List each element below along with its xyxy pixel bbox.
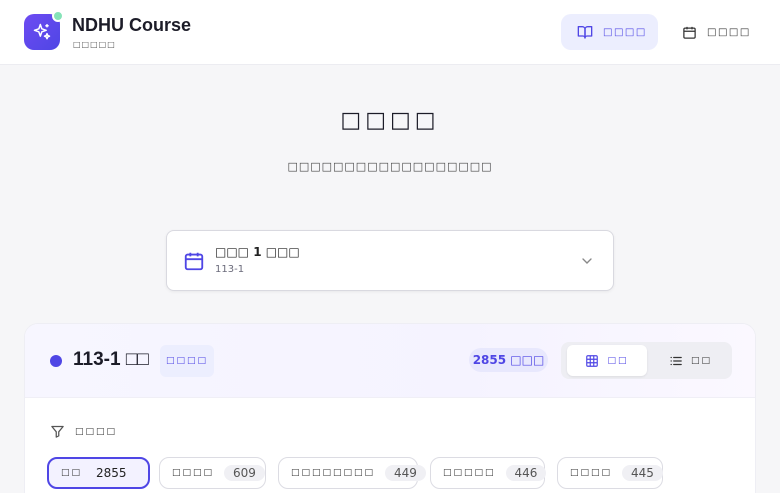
app-subtitle: □□□□□ — [73, 40, 116, 49]
chip-count: 2855 — [96, 466, 127, 480]
chip-count: 445 — [622, 465, 663, 481]
view-toggle: □□ □□ — [561, 342, 732, 379]
chip-label: □□ — [61, 468, 83, 478]
nav-courses-label: □□□□ — [603, 26, 647, 38]
page-title: □□□□ — [340, 108, 440, 133]
calendar-icon — [683, 26, 696, 39]
chip-label: □□□□□□□□ — [291, 468, 376, 478]
filter-chip[interactable]: □□□□ 609 — [159, 457, 266, 489]
chip-label: □□□□□ — [443, 468, 496, 478]
filter-heading: □□□□ — [50, 424, 117, 439]
chevron-down-icon — [582, 258, 592, 264]
semester-code: 113-1 — [215, 264, 245, 275]
chip-count: 609 — [224, 465, 265, 481]
grid-icon — [586, 354, 599, 367]
grid-view-button[interactable]: □□ — [567, 345, 647, 376]
book-open-icon — [577, 26, 593, 39]
list-icon — [670, 356, 682, 365]
filter-chip[interactable]: □□□□ 445 — [557, 457, 663, 489]
semester-select[interactable]: □□□ 1 □□□ 113-1 — [166, 230, 614, 291]
course-count-badge: 2855 □□□ — [469, 348, 548, 372]
nav-courses-button[interactable]: □□□□ — [561, 14, 658, 50]
filter-chip[interactable]: □□□□□□□□ 449 — [278, 457, 426, 489]
top-header: NDHU Course □□□□□ □□□□ □□□□ — [0, 0, 780, 65]
filter-icon — [51, 425, 64, 438]
status-badge: □□□□ — [160, 345, 214, 377]
semester-courses-panel: 113-1 □□ □□□□ 2855 □□□ □□ □□ □□□□ □□ 285… — [24, 323, 756, 493]
calendar-icon — [184, 252, 204, 271]
sparkles-icon — [33, 23, 51, 40]
panel-title: 113-1 □□ — [73, 349, 149, 370]
filter-label: □□□□ — [75, 426, 118, 437]
chip-count: 449 — [385, 465, 426, 481]
app-title: NDHU Course — [72, 15, 192, 35]
page-subtitle: □□□□□□□□□□□□□□□□□□ — [287, 160, 493, 173]
filter-chip[interactable]: □□□□□ 446 — [430, 457, 547, 489]
semester-label: □□□ 1 □□□ — [215, 245, 300, 259]
chip-count: 446 — [505, 465, 547, 481]
grid-view-label: □□ — [607, 355, 629, 366]
chip-label: □□□□ — [570, 468, 613, 478]
status-dot — [52, 10, 64, 22]
filter-chip-all[interactable]: □□ 2855 — [47, 457, 150, 489]
semester-dot — [50, 355, 62, 367]
list-view-button[interactable]: □□ — [653, 345, 728, 376]
panel-header: 113-1 □□ □□□□ 2855 □□□ □□ □□ — [25, 324, 755, 398]
chip-label: □□□□ — [172, 468, 215, 478]
list-view-label: □□ — [690, 355, 712, 366]
nav-schedule-button[interactable]: □□□□ — [668, 14, 760, 50]
nav-schedule-label: □□□□ — [707, 26, 751, 38]
